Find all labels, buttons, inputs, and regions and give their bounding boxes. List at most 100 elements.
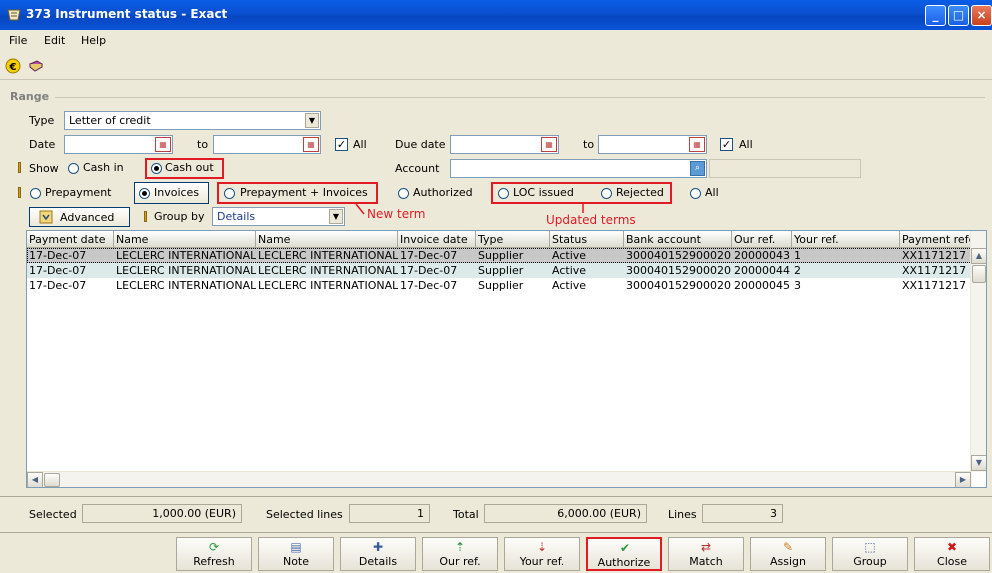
calendar-icon[interactable]: ▦ bbox=[155, 137, 171, 152]
cash-out-radio[interactable] bbox=[151, 163, 162, 174]
calendar-icon[interactable]: ▦ bbox=[541, 137, 557, 152]
date-label: Date bbox=[29, 138, 56, 151]
column-header[interactable]: Payment refer bbox=[900, 231, 972, 248]
search-icon[interactable]: ⌕ bbox=[690, 161, 705, 176]
your-ref-button[interactable]: ⇣ Your ref. bbox=[504, 537, 580, 571]
date-all-checkbox[interactable]: ✓ bbox=[335, 138, 348, 151]
svg-text:€: € bbox=[9, 62, 17, 73]
minimize-button[interactable]: _ bbox=[925, 5, 946, 26]
column-header[interactable]: Type bbox=[476, 231, 550, 248]
cash-in-label: Cash in bbox=[83, 161, 124, 174]
cell-our-ref: 20000043 bbox=[734, 249, 790, 262]
cell-invoice-date: 17-Dec-07 bbox=[400, 264, 458, 277]
column-header[interactable]: Invoice date bbox=[398, 231, 476, 248]
close-window-button[interactable]: × bbox=[971, 5, 992, 26]
scroll-up-icon[interactable]: ▲ bbox=[971, 248, 986, 264]
column-header[interactable]: Bank account bbox=[624, 231, 732, 248]
close-icon: ✖ bbox=[946, 540, 958, 554]
note-button[interactable]: ▤ Note bbox=[258, 537, 334, 571]
all-status-radio[interactable] bbox=[690, 188, 701, 199]
due-date-from-field[interactable]: ▦ bbox=[450, 135, 559, 154]
advanced-button[interactable]: Advanced bbox=[29, 207, 130, 227]
menu-bar: File Edit Help bbox=[0, 30, 992, 52]
prepayment-invoices-radio[interactable] bbox=[224, 188, 235, 199]
cell-payment-ref: XX1171217 bbox=[902, 264, 967, 277]
invoices-label: Invoices bbox=[154, 186, 200, 199]
date-to-field[interactable]: ▦ bbox=[213, 135, 321, 154]
menu-edit[interactable]: Edit bbox=[44, 34, 65, 47]
cell-your-ref: 1 bbox=[794, 249, 801, 262]
group-button[interactable]: ⬚ Group bbox=[832, 537, 908, 571]
close-button[interactable]: ✖ Close bbox=[914, 537, 990, 571]
cell-payment-ref: XX1171217 bbox=[902, 279, 967, 292]
invoices-radio[interactable] bbox=[139, 188, 150, 199]
due-date-all-label: All bbox=[739, 138, 753, 151]
cell-name: LECLERC INTERNATIONAL bbox=[258, 249, 398, 262]
cell-our-ref: 20000045 bbox=[734, 279, 790, 292]
column-header[interactable]: Our ref. bbox=[732, 231, 792, 248]
cell-invoice-date: 17-Dec-07 bbox=[400, 279, 458, 292]
column-header[interactable]: Name bbox=[114, 231, 256, 248]
your-ref-icon: ⇣ bbox=[536, 540, 548, 554]
group-by-select[interactable]: Details ▼ bbox=[212, 207, 345, 226]
cash-in-radio[interactable] bbox=[68, 163, 79, 174]
group-by-value: Details bbox=[217, 210, 256, 223]
horizontal-scrollbar[interactable]: ◀ ▶ bbox=[27, 471, 972, 487]
account-name-field bbox=[709, 159, 861, 178]
cell-invoice-date: 17-Dec-07 bbox=[400, 249, 458, 262]
date-to-label: to bbox=[197, 138, 209, 151]
payments-grid[interactable]: Payment date Name Name Invoice date Type… bbox=[26, 230, 987, 488]
table-row[interactable]: 17-Dec-07 LECLERC INTERNATIONAL LECLERC … bbox=[27, 263, 972, 278]
rejected-radio[interactable] bbox=[601, 188, 612, 199]
maximize-button[interactable]: □ bbox=[948, 5, 969, 26]
our-ref-button[interactable]: ⇡ Our ref. bbox=[422, 537, 498, 571]
refresh-button[interactable]: ⟳ Refresh bbox=[176, 537, 252, 571]
required-marker bbox=[144, 211, 147, 222]
type-select[interactable]: Letter of credit ▼ bbox=[64, 111, 321, 130]
authorized-label: Authorized bbox=[413, 186, 473, 199]
column-header[interactable]: Name bbox=[256, 231, 398, 248]
vertical-scrollbar[interactable]: ▲ ▼ bbox=[970, 231, 986, 472]
due-date-to-field[interactable]: ▦ bbox=[598, 135, 707, 154]
menu-file[interactable]: File bbox=[9, 34, 27, 47]
details-label: Details bbox=[358, 555, 398, 568]
date-from-field[interactable]: ▦ bbox=[64, 135, 173, 154]
scroll-thumb[interactable] bbox=[972, 265, 986, 283]
prepayment-label: Prepayment bbox=[45, 186, 112, 199]
loc-issued-radio[interactable] bbox=[498, 188, 509, 199]
account-label: Account bbox=[395, 162, 440, 175]
column-header[interactable]: Payment date bbox=[27, 231, 114, 248]
cell-type: Supplier bbox=[478, 264, 524, 277]
updated-terms-annotation: Updated terms bbox=[546, 213, 636, 227]
match-button[interactable]: ⇄ Match bbox=[668, 537, 744, 571]
scroll-down-icon[interactable]: ▼ bbox=[971, 455, 986, 471]
chevron-down-icon[interactable]: ▼ bbox=[329, 209, 343, 224]
authorize-button[interactable]: ✔ Authorize bbox=[586, 537, 662, 571]
advanced-icon bbox=[39, 210, 53, 224]
scroll-thumb[interactable] bbox=[44, 473, 60, 487]
type-label: Type bbox=[29, 114, 55, 127]
menu-help[interactable]: Help bbox=[81, 34, 106, 47]
table-row[interactable]: 17-Dec-07 LECLERC INTERNATIONAL LECLERC … bbox=[27, 278, 972, 293]
authorized-radio[interactable] bbox=[398, 188, 409, 199]
calendar-icon[interactable]: ▦ bbox=[689, 137, 705, 152]
column-header[interactable]: Status bbox=[550, 231, 624, 248]
match-label: Match bbox=[689, 555, 723, 568]
column-header[interactable]: Your ref. bbox=[792, 231, 900, 248]
scroll-left-icon[interactable]: ◀ bbox=[27, 472, 43, 487]
details-button[interactable]: ✚ Details bbox=[340, 537, 416, 571]
currency-euro-icon[interactable]: € bbox=[5, 58, 21, 74]
assign-button[interactable]: ✎ Assign bbox=[750, 537, 826, 571]
scroll-right-icon[interactable]: ▶ bbox=[955, 472, 971, 487]
due-date-all-checkbox[interactable]: ✓ bbox=[720, 138, 733, 151]
app-icon bbox=[7, 9, 21, 21]
account-field[interactable]: ⌕ bbox=[450, 159, 707, 178]
table-row[interactable]: 17-Dec-07 LECLERC INTERNATIONAL LECLERC … bbox=[27, 248, 972, 263]
prepayment-radio[interactable] bbox=[30, 188, 41, 199]
your-ref-label: Your ref. bbox=[519, 555, 565, 568]
book-icon[interactable] bbox=[28, 58, 44, 74]
calendar-icon[interactable]: ▦ bbox=[303, 137, 319, 152]
cell-your-ref: 2 bbox=[794, 264, 801, 277]
chevron-down-icon[interactable]: ▼ bbox=[305, 113, 319, 128]
cell-payment-ref: XX1171217 bbox=[902, 249, 967, 262]
